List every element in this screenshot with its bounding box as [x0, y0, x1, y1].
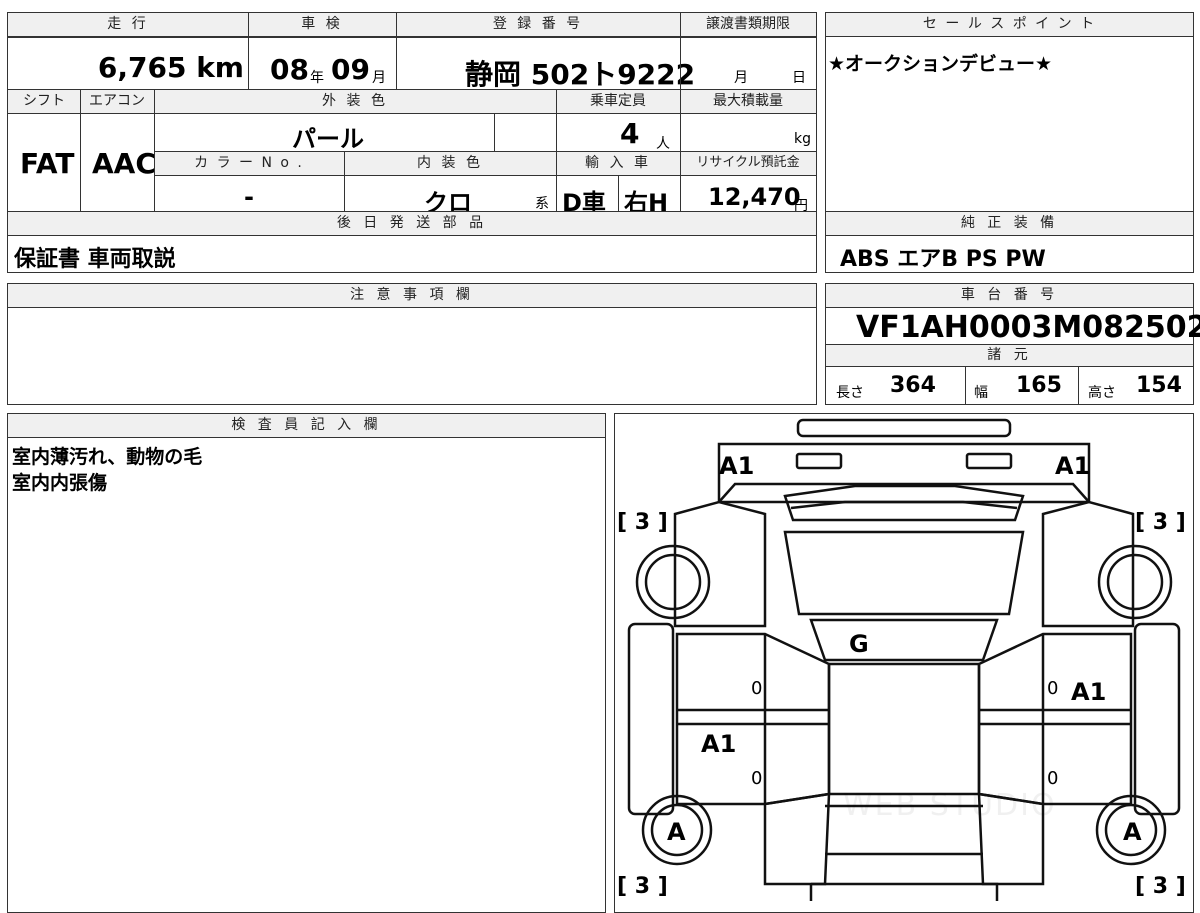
- damage-center: G: [849, 630, 869, 658]
- aircon-label: エアコン: [80, 90, 154, 114]
- chassis-number: VF1AH0003M0825029: [856, 310, 1200, 345]
- mileage-value: 6,765 km: [97, 51, 244, 84]
- damage-right-door: A1: [1071, 678, 1107, 706]
- exterior-color-value: パール: [292, 125, 364, 153]
- inspector-line-2: 室内内張傷: [12, 472, 108, 494]
- notes-box: 注 意 事 項 欄: [7, 283, 817, 405]
- dimensions-label: 諸 元: [826, 345, 1193, 367]
- sales-point-value: ★オークションデビュー★: [828, 53, 1053, 75]
- equipment-box: 純 正 装 備 ABS エアB PS PW: [825, 211, 1194, 273]
- shift-value: FAT: [20, 147, 75, 180]
- chassis-label: 車 台 番 号: [826, 284, 1193, 308]
- width-value: 165: [1016, 373, 1062, 398]
- length-label: 長さ: [836, 385, 864, 401]
- zero-mark-right-1: 0: [1047, 678, 1059, 699]
- watermark: WEB STUDIO: [843, 788, 1057, 823]
- aircon-value: AAC: [92, 147, 156, 180]
- bracket-front-left: [ 3 ]: [617, 510, 668, 535]
- wheel-front-right-grade: A: [1123, 818, 1142, 846]
- equipment-value: ABS エアB PS PW: [840, 247, 1046, 272]
- damage-front-right: A1: [1055, 452, 1091, 480]
- interior-color-unit: 系: [535, 196, 549, 212]
- damage-left-rear-door: A1: [701, 730, 737, 758]
- deadline-month-unit: 月: [734, 70, 748, 86]
- capacity-value: 4: [620, 117, 640, 150]
- length-value: 364: [890, 373, 936, 398]
- deadline-day-unit: 日: [792, 70, 806, 86]
- color-no-value: -: [244, 183, 254, 211]
- width-label: 幅: [974, 385, 988, 401]
- exterior-color-label: 外 装 色: [154, 90, 556, 114]
- import-label: 輸 入 車: [556, 152, 680, 176]
- zero-mark-right-2: 0: [1047, 768, 1059, 789]
- inspector-line-1: 室内薄汚れ、動物の毛: [12, 446, 203, 468]
- later-parts-label: 後 日 発 送 部 品: [8, 212, 816, 236]
- damage-front-left: A1: [719, 452, 755, 480]
- mileage-label: 走 行: [8, 13, 248, 37]
- inspector-label: 検 査 員 記 入 欄: [8, 414, 605, 438]
- equipment-label: 純 正 装 備: [826, 212, 1193, 236]
- inspector-box: 検 査 員 記 入 欄 室内薄汚れ、動物の毛 室内内張傷: [7, 413, 606, 913]
- car-outline-svg: [627, 418, 1181, 901]
- notes-label: 注 意 事 項 欄: [8, 284, 816, 308]
- recycle-fee-value: 12,470: [708, 183, 801, 211]
- max-load-unit: kg: [794, 131, 811, 147]
- registration-label: 登 録 番 号: [396, 13, 680, 37]
- shaken-year-unit: 年: [310, 70, 324, 86]
- transfer-deadline-label: 譲渡書類期限: [680, 13, 816, 37]
- later-parts-box: 後 日 発 送 部 品 保証書 車両取説: [7, 211, 817, 273]
- top-info-table: 走 行 車 検 登 録 番 号 譲渡書類期限 6,765 km 08 年 09 …: [7, 12, 817, 217]
- registration-number: 静岡 502ト9222: [465, 58, 696, 91]
- vehicle-diagram: A1 A1 G A1 A1 A A 0 0 0 0 [ 3 ] [ 3 ] [ …: [614, 413, 1194, 913]
- sales-point-box: セ ー ル ス ポ イ ン ト ★オークションデビュー★: [825, 12, 1194, 212]
- sales-point-label: セ ー ル ス ポ イ ン ト: [826, 13, 1193, 37]
- wheel-front-left-grade: A: [667, 818, 686, 846]
- zero-mark-left-2: 0: [751, 768, 763, 789]
- capacity-label: 乗車定員: [556, 90, 680, 114]
- bracket-rear-right: [ 3 ]: [1135, 874, 1186, 899]
- shift-label: シフト: [8, 90, 80, 114]
- shaken-label: 車 検: [248, 13, 396, 37]
- bracket-rear-left: [ 3 ]: [617, 874, 668, 899]
- capacity-unit: 人: [656, 136, 670, 152]
- later-parts-value: 保証書 車両取説: [14, 247, 176, 272]
- shaken-month-unit: 月: [372, 70, 386, 86]
- recycle-label: リサイクル預託金: [680, 152, 816, 176]
- shaken-month: 09: [331, 53, 370, 86]
- height-value: 154: [1136, 373, 1182, 398]
- color-no-label: カ ラ ー N o .: [154, 152, 344, 176]
- chassis-box: 車 台 番 号 VF1AH0003M0825029 諸 元 長さ 364 幅 1…: [825, 283, 1200, 405]
- height-label: 高さ: [1088, 385, 1116, 401]
- interior-color-label: 内 装 色: [344, 152, 556, 176]
- max-load-label: 最大積載量: [680, 90, 816, 114]
- shaken-year: 08: [270, 53, 309, 86]
- zero-mark-left-1: 0: [751, 678, 763, 699]
- bracket-front-right: [ 3 ]: [1135, 510, 1186, 535]
